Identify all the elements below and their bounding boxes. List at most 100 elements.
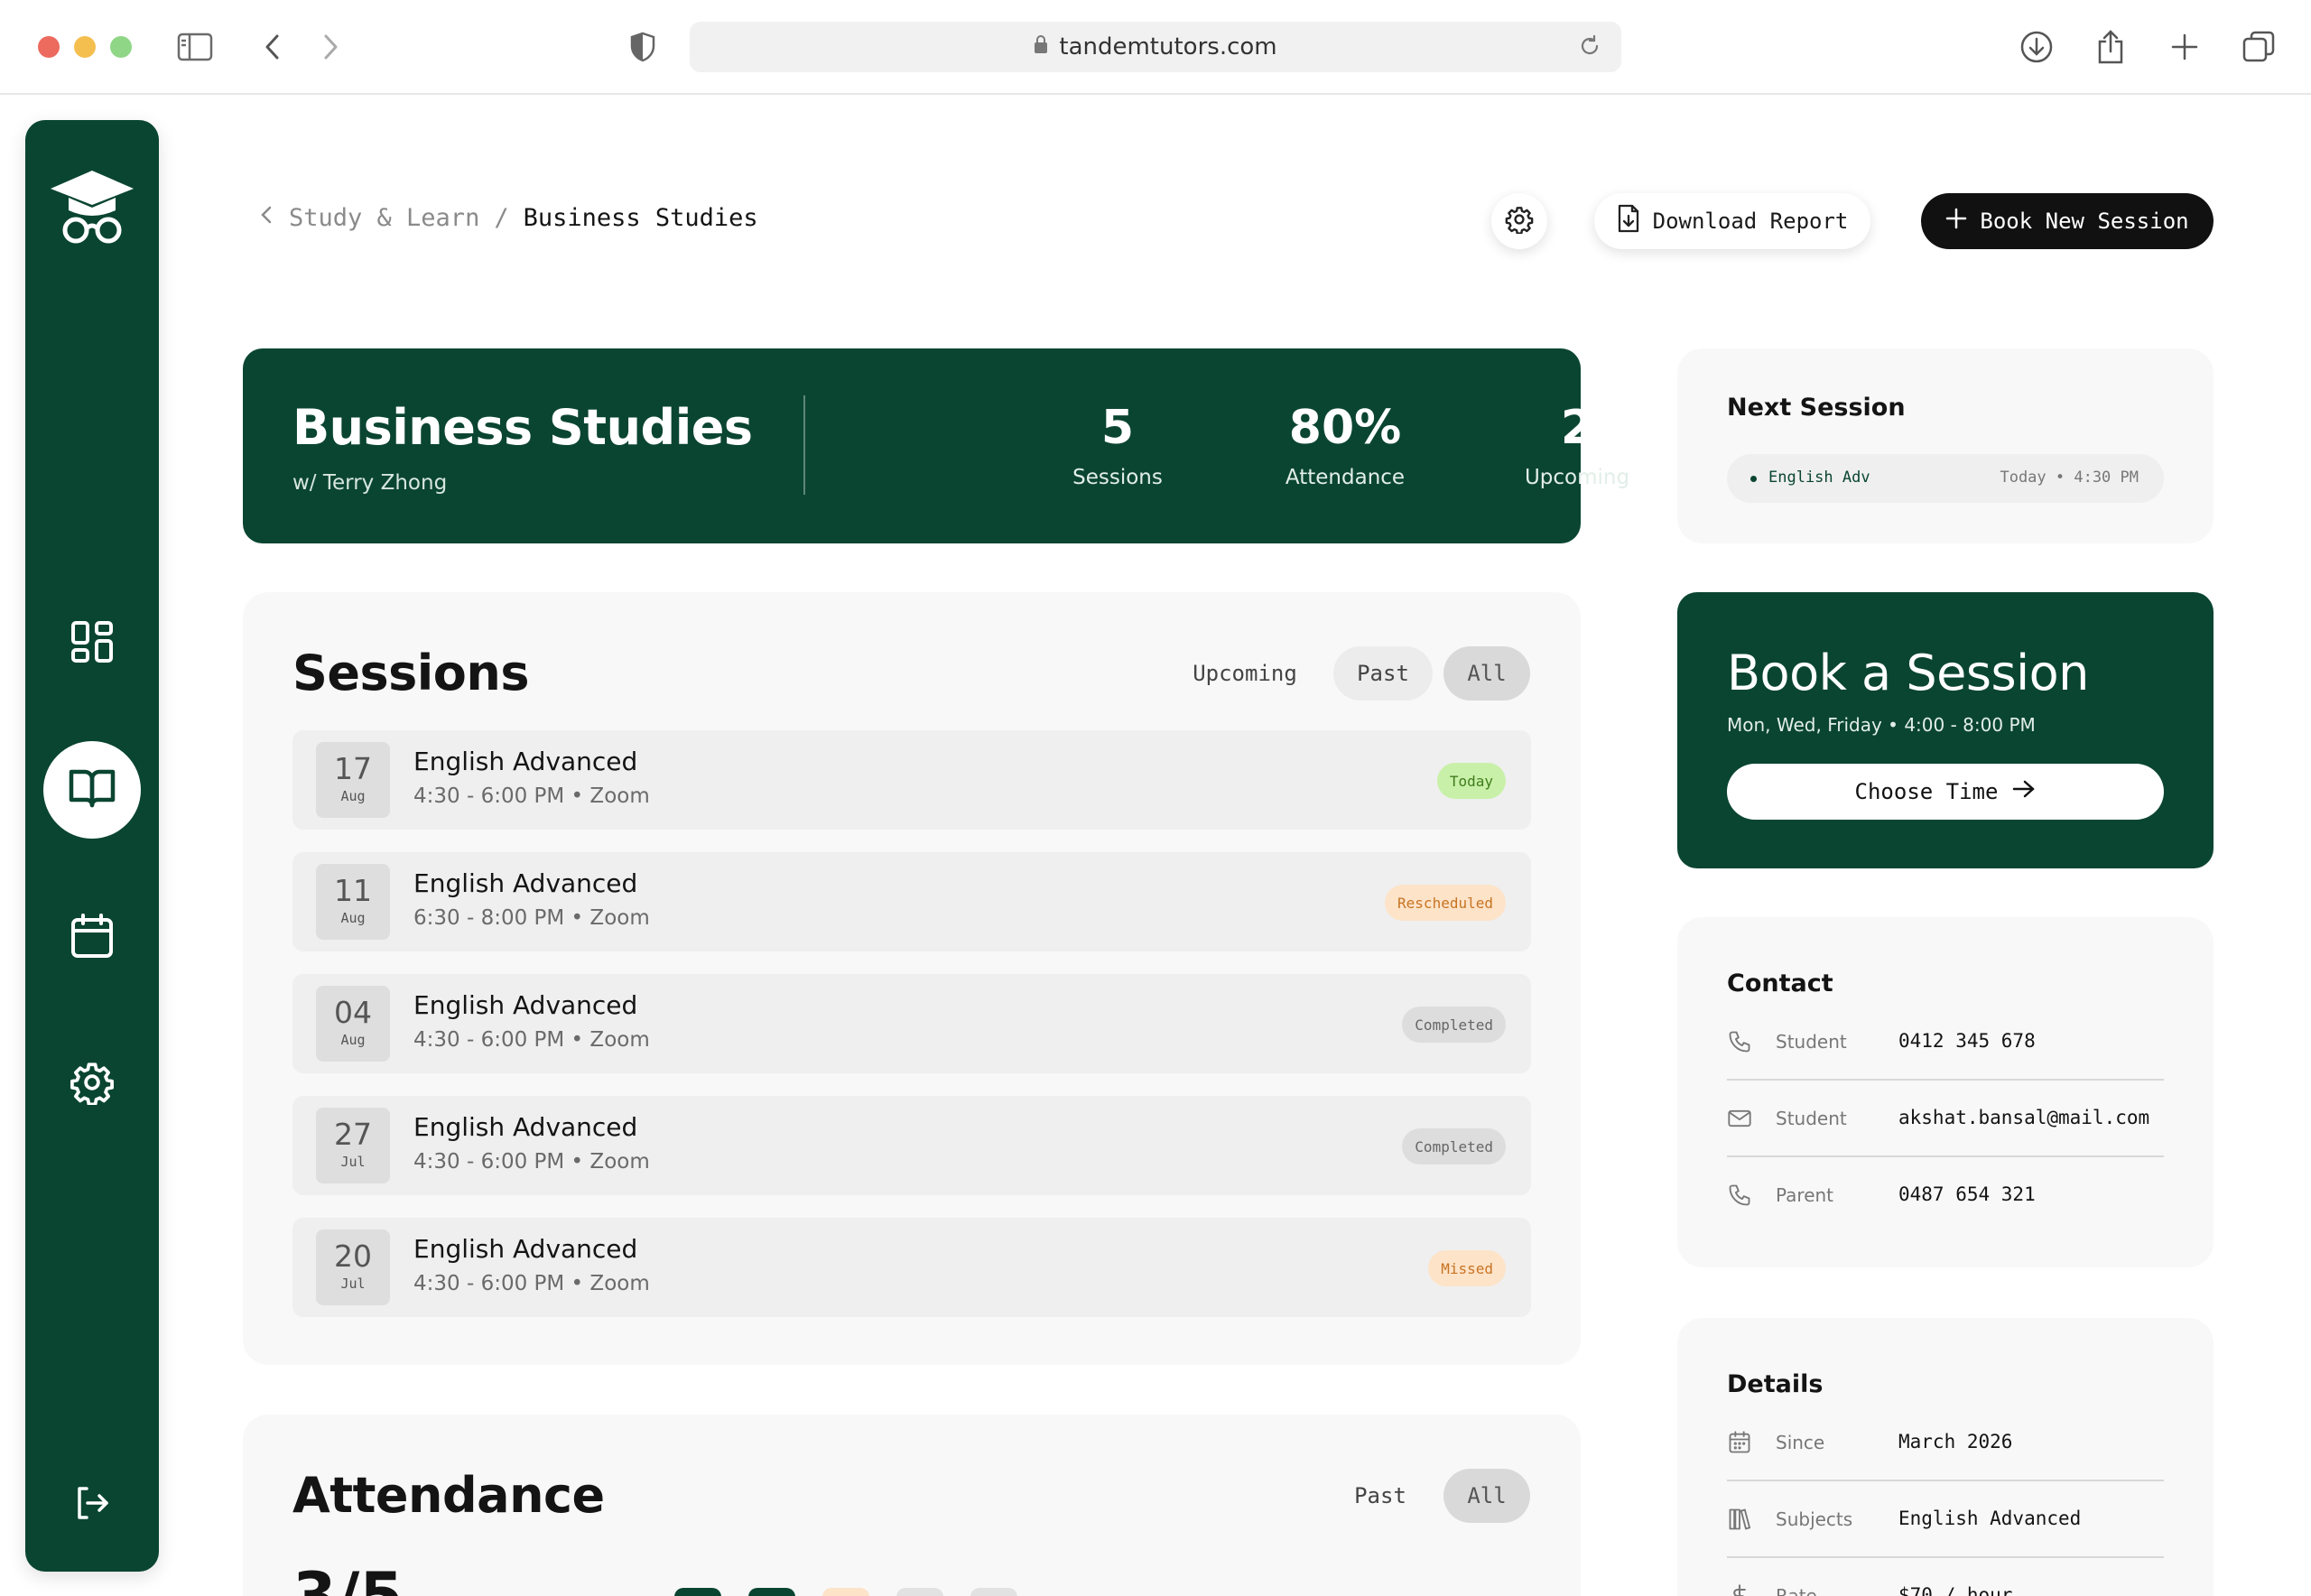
sessions-card: Sessions Upcoming Past All 17 Aug Englis… <box>243 592 1581 1365</box>
contact-card: Contact Student 0412 345 678 Student aks… <box>1677 917 2214 1267</box>
session-date: 27 Jul <box>316 1108 390 1183</box>
privacy-shield-icon[interactable] <box>623 27 663 67</box>
session-time: 4:30 - 6:00 PM • Zoom <box>413 1150 650 1174</box>
next-session-subject: English Adv <box>1768 469 1870 487</box>
book-session-card: Book a Session Mon, Wed, Friday • 4:00 -… <box>1677 592 2214 868</box>
mail-icon <box>1727 1106 1752 1131</box>
session-row[interactable]: 17 Aug English Advanced 4:30 - 6:00 PM •… <box>292 730 1531 830</box>
details-row: Rate $70 / hour <box>1727 1558 2164 1596</box>
session-row[interactable]: 04 Aug English Advanced 4:30 - 6:00 PM •… <box>292 974 1531 1073</box>
book-session-title: Book a Session <box>1727 645 2089 701</box>
stat-value: 2 <box>1560 401 1594 455</box>
session-time: 4:30 - 6:00 PM • Zoom <box>413 1272 650 1295</box>
book-new-session-label: Book New Session <box>1980 209 2189 234</box>
breadcrumb: Study & Learn / Business Studies <box>258 204 758 232</box>
breadcrumb-current: Business Studies <box>523 204 758 232</box>
status-badge: Today <box>1436 763 1506 799</box>
reload-icon[interactable] <box>1578 34 1601 64</box>
stat-attendance: 80% Attendance <box>1246 401 1444 489</box>
sidebar-item-logout[interactable] <box>47 1460 137 1550</box>
arrow-right-icon <box>2012 779 2036 804</box>
next-session-pill[interactable]: English Adv Today • 4:30 PM <box>1727 454 2164 503</box>
sidebar-toggle-icon[interactable] <box>175 27 215 67</box>
open-book-icon <box>69 767 116 812</box>
session-date: 20 Jul <box>316 1229 390 1305</box>
address-bar[interactable]: tandemtutors.com <box>690 22 1621 72</box>
download-report-button[interactable]: Download Report <box>1594 193 1870 249</box>
details-label: Subjects <box>1776 1508 1853 1530</box>
session-time: 4:30 - 6:00 PM • Zoom <box>413 784 650 808</box>
status-badge: Missed <box>1428 1250 1506 1286</box>
attendance-mark <box>896 1588 943 1596</box>
minimize-window-button[interactable] <box>74 36 96 58</box>
stat-sessions: 5 Sessions <box>1018 401 1217 489</box>
breadcrumb-separator: / <box>494 204 509 232</box>
url-text: tandemtutors.com <box>1059 33 1277 60</box>
share-icon[interactable] <box>2091 27 2130 67</box>
session-row[interactable]: 11 Aug English Advanced 6:30 - 8:00 PM •… <box>292 852 1531 951</box>
course-title: Business Studies <box>292 399 753 456</box>
session-row[interactable]: 20 Jul English Advanced 4:30 - 6:00 PM •… <box>292 1218 1531 1317</box>
filter-all[interactable]: All <box>1443 646 1530 701</box>
tab-overview-icon[interactable] <box>2239 27 2279 67</box>
stat-label: Sessions <box>1072 466 1163 489</box>
plus-icon <box>1945 208 1967 235</box>
stat-upcoming: 2 Upcoming <box>1478 401 1676 489</box>
session-month: Jul <box>340 1154 366 1170</box>
sidebar-item-calendar[interactable] <box>47 893 137 983</box>
choose-time-button[interactable]: Choose Time <box>1727 764 2164 820</box>
book-new-session-button[interactable]: Book New Session <box>1921 193 2214 249</box>
sidebar-item-settings[interactable] <box>47 1039 137 1129</box>
stat-value: 80% <box>1288 401 1402 455</box>
sidebar-item-study[interactable] <box>43 741 141 839</box>
filter-past[interactable]: Past <box>1333 646 1433 701</box>
session-title: English Advanced <box>413 868 638 898</box>
filter-all[interactable]: All <box>1443 1469 1530 1523</box>
session-title: English Advanced <box>413 747 638 776</box>
next-session-dot <box>1750 476 1757 482</box>
attendance-title: Attendance <box>292 1467 605 1524</box>
banner-divider <box>803 395 805 495</box>
books-icon <box>1727 1507 1752 1532</box>
browser-toolbar: tandemtutors.com <box>0 0 2311 95</box>
new-tab-icon[interactable] <box>2165 27 2204 67</box>
session-date: 04 Aug <box>316 986 390 1062</box>
calendar-icon <box>1727 1430 1752 1455</box>
session-day: 27 <box>334 1117 372 1152</box>
breadcrumb-parent[interactable]: Study & Learn <box>289 204 479 232</box>
filter-past[interactable]: Past <box>1335 1469 1425 1523</box>
zoom-window-button[interactable] <box>110 36 132 58</box>
contact-row[interactable]: Student 0412 345 678 <box>1727 1004 2164 1081</box>
logo-graduation-cap-icon <box>47 167 137 248</box>
contact-row[interactable]: Parent 0487 654 321 <box>1727 1157 2164 1234</box>
app-sidebar <box>25 120 159 1572</box>
session-time: 6:30 - 8:00 PM • Zoom <box>413 906 650 930</box>
lock-icon <box>1034 33 1048 60</box>
session-day: 17 <box>334 751 372 786</box>
session-date: 11 Aug <box>316 864 390 940</box>
forward-icon[interactable] <box>311 27 350 67</box>
sidebar-item-dashboard[interactable] <box>47 598 137 689</box>
session-row[interactable]: 27 Jul English Advanced 4:30 - 6:00 PM •… <box>292 1096 1531 1195</box>
attendance-mark <box>970 1588 1017 1596</box>
logout-icon <box>74 1485 110 1525</box>
chevron-left-icon[interactable] <box>258 204 274 232</box>
contact-value: akshat.bansal@mail.com <box>1898 1107 2150 1128</box>
details-label: Since <box>1776 1432 1825 1453</box>
attendance-mark <box>822 1588 869 1596</box>
session-title: English Advanced <box>413 1112 638 1142</box>
calendar-icon <box>70 914 114 962</box>
settings-button[interactable] <box>1491 193 1547 249</box>
attendance-summary: 3/5 <box>292 1559 404 1596</box>
download-report-label: Download Report <box>1652 209 1849 234</box>
gear-icon <box>70 1060 115 1109</box>
back-icon[interactable] <box>253 27 292 67</box>
close-window-button[interactable] <box>38 36 60 58</box>
contact-label: Parent <box>1776 1184 1834 1206</box>
stat-label: Upcoming <box>1524 466 1630 489</box>
filter-upcoming[interactable]: Upcoming <box>1182 646 1308 701</box>
download-icon[interactable] <box>2017 27 2056 67</box>
contact-row[interactable]: Student akshat.bansal@mail.com <box>1727 1081 2164 1157</box>
file-download-icon <box>1617 204 1640 238</box>
contact-title: Contact <box>1727 970 1833 998</box>
